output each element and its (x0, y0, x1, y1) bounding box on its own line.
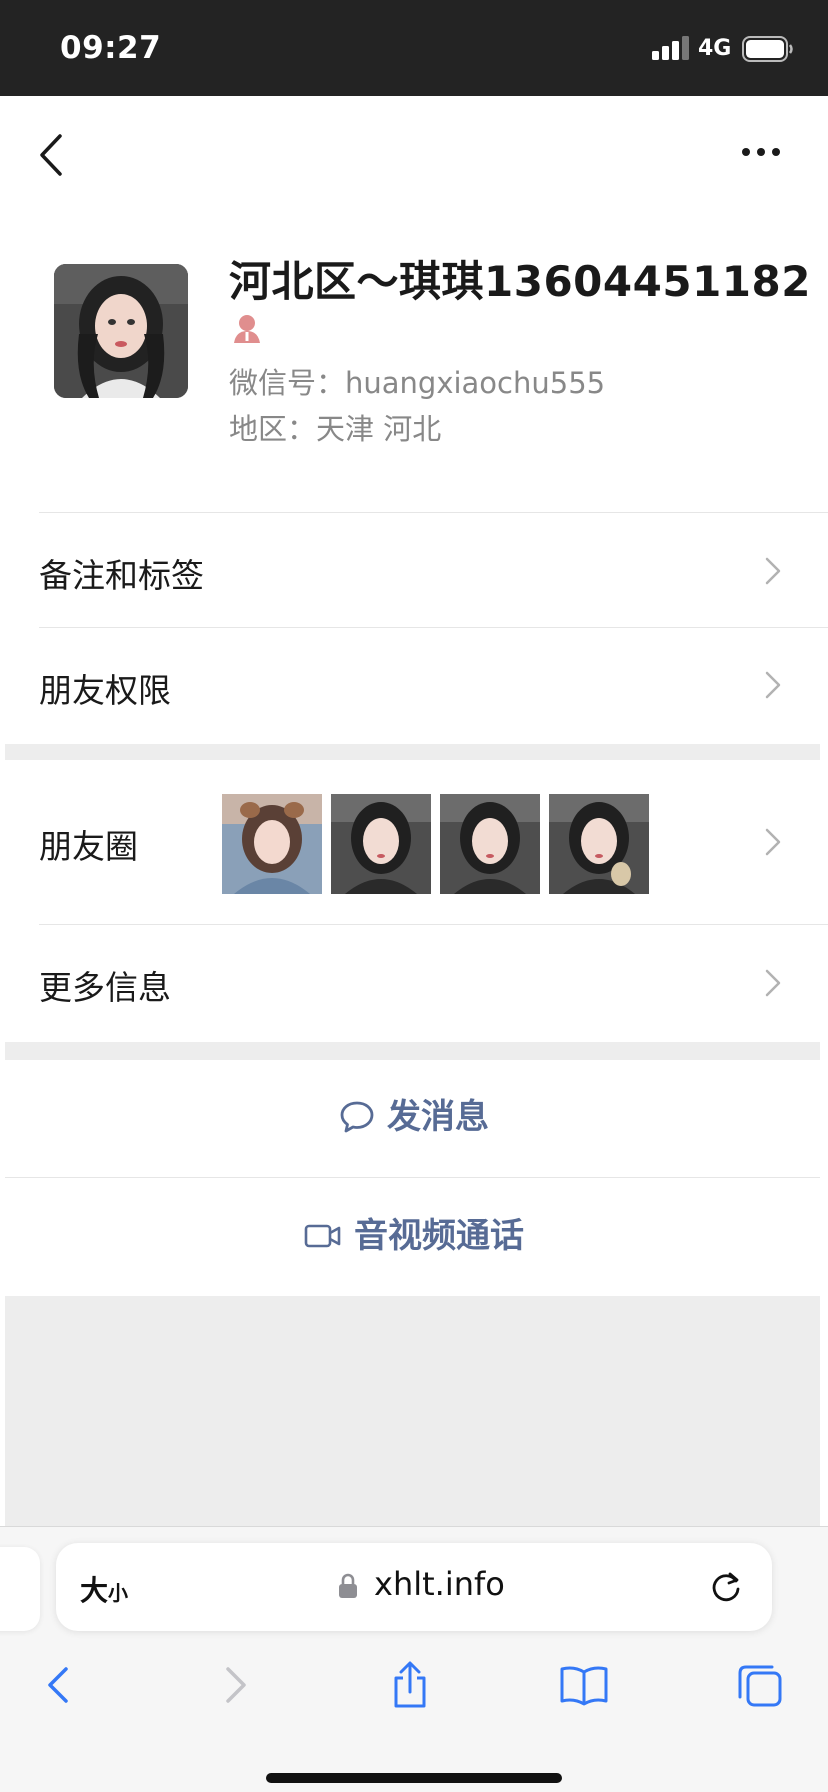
text-size-small: 小 (108, 1581, 129, 1605)
row-remarks-tags[interactable]: 备注和标签 (0, 513, 828, 628)
reload-icon[interactable] (708, 1569, 744, 1605)
female-gender-icon (234, 315, 260, 343)
section-gap (5, 1042, 820, 1060)
chevron-right-icon (765, 557, 781, 585)
contact-profile-page: 河北区～琪琪13604451182 微信号：huangxiaochu555 地区… (0, 96, 828, 1526)
row-label: 朋友权限 (39, 671, 171, 710)
back-chevron-icon[interactable] (36, 132, 66, 178)
row-label: 更多信息 (39, 968, 171, 1007)
network-type: 4G (698, 36, 732, 61)
moments-photo (549, 794, 649, 894)
wechat-id: 微信号：huangxiaochu555 (229, 366, 606, 400)
browser-forward-button[interactable] (206, 1655, 266, 1715)
share-button[interactable] (380, 1655, 440, 1715)
row-label: 朋友圈 (39, 827, 138, 866)
text-size-button[interactable]: 大小 (80, 1569, 128, 1609)
row-label: 备注和标签 (39, 556, 204, 595)
more-options-icon[interactable] (740, 144, 782, 160)
chevron-left-icon (48, 1667, 68, 1703)
book-icon (560, 1666, 608, 1706)
chat-bubble-icon (340, 1101, 374, 1133)
url-text: xhlt.info (374, 1565, 505, 1603)
av-call-label: 音视频通话 (354, 1216, 524, 1256)
moments-photo (440, 794, 540, 894)
chevron-right-icon (765, 828, 781, 856)
address-bar[interactable]: 大小 xhlt.info (56, 1543, 772, 1631)
battery-icon (742, 36, 793, 62)
browser-back-button[interactable] (28, 1655, 88, 1715)
video-camera-icon (304, 1224, 341, 1248)
avatar-photo (54, 264, 188, 398)
moments-photo (222, 794, 322, 894)
row-more-info[interactable]: 更多信息 (0, 925, 828, 1040)
moments-thumbnails[interactable] (222, 794, 649, 894)
status-time: 09:27 (60, 30, 162, 66)
browser-toolbar: 大小 xhlt.info (0, 1526, 828, 1792)
status-bar: 09:27 4G (0, 0, 828, 96)
signal-icon (652, 36, 689, 60)
chevron-right-icon (226, 1667, 246, 1703)
empty-area (5, 1296, 820, 1526)
tabs-button[interactable] (730, 1655, 790, 1715)
send-message-button[interactable]: 发消息 (0, 1060, 828, 1174)
avatar[interactable] (54, 264, 188, 398)
send-message-label: 发消息 (387, 1097, 489, 1137)
share-icon (394, 1661, 426, 1708)
chevron-right-icon (765, 969, 781, 997)
home-indicator (266, 1773, 562, 1783)
text-size-big: 大 (80, 1574, 109, 1607)
previous-tab-edge[interactable] (0, 1547, 40, 1631)
lock-icon (339, 1573, 357, 1598)
region: 地区：天津 河北 (229, 412, 442, 446)
bookmarks-button[interactable] (554, 1655, 614, 1715)
row-friend-permissions[interactable]: 朋友权限 (0, 628, 828, 741)
chevron-right-icon (765, 671, 781, 699)
moments-photo (331, 794, 431, 894)
av-call-button[interactable]: 音视频通话 (0, 1178, 828, 1294)
tabs-icon (738, 1665, 782, 1707)
contact-name: 河北区～琪琪13604451182 (229, 257, 811, 306)
section-gap (5, 744, 820, 760)
